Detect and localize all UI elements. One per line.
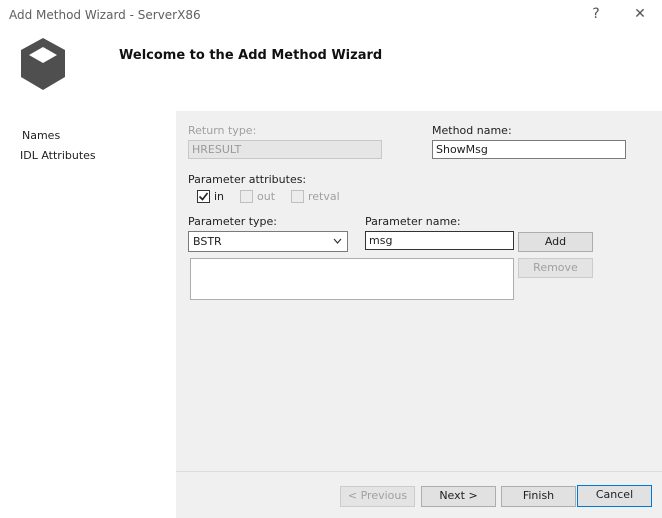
parameter-attributes-label: Parameter attributes: bbox=[188, 173, 307, 186]
parameter-list[interactable] bbox=[190, 258, 514, 300]
checkmark-icon bbox=[198, 192, 209, 201]
chevron-down-icon bbox=[333, 232, 342, 258]
finish-button[interactable]: Finish bbox=[501, 486, 576, 507]
parameter-type-label: Parameter type: bbox=[188, 215, 278, 228]
parameter-type-value: BSTR bbox=[193, 235, 222, 248]
parameter-name-input[interactable]: msg bbox=[365, 231, 514, 250]
wizard-cube-icon bbox=[21, 38, 65, 90]
retval-checkbox-label: retval bbox=[308, 190, 340, 203]
close-button[interactable]: ✕ bbox=[628, 6, 652, 22]
return-type-label: Return type: bbox=[188, 124, 257, 137]
in-checkbox[interactable] bbox=[197, 190, 210, 203]
add-button[interactable]: Add bbox=[518, 232, 593, 252]
out-checkbox-label: out bbox=[257, 190, 276, 203]
method-name-input[interactable]: ShowMsg bbox=[432, 140, 626, 159]
nav-item-idl-attributes[interactable]: IDL Attributes bbox=[20, 149, 96, 162]
help-button[interactable]: ? bbox=[584, 6, 608, 22]
in-checkbox-label: in bbox=[214, 190, 225, 203]
parameter-name-label: Parameter name: bbox=[365, 215, 461, 228]
next-button[interactable]: Next > bbox=[421, 486, 496, 507]
parameter-type-select[interactable]: BSTR bbox=[188, 231, 348, 252]
retval-checkbox bbox=[291, 190, 304, 203]
cancel-button[interactable]: Cancel bbox=[577, 485, 652, 507]
remove-button: Remove bbox=[518, 258, 593, 278]
page-title: Welcome to the Add Method Wizard bbox=[119, 48, 383, 63]
previous-button: < Previous bbox=[340, 486, 415, 507]
return-type-field: HRESULT bbox=[188, 140, 382, 159]
method-name-label: Method name: bbox=[432, 124, 512, 137]
nav-item-names[interactable]: Names bbox=[22, 129, 60, 142]
window-title: Add Method Wizard - ServerX86 bbox=[9, 8, 201, 22]
navigation-pane bbox=[0, 111, 176, 518]
out-checkbox bbox=[240, 190, 253, 203]
